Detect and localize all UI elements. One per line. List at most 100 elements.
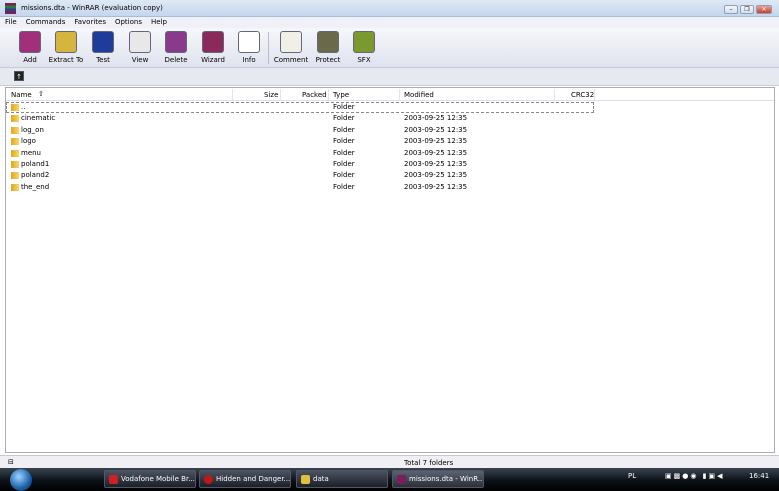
menu-favorites[interactable]: Favorites	[69, 17, 110, 28]
toolbar-wizard-button[interactable]: Wizard	[195, 31, 231, 64]
toolbar-add-button[interactable]: Add	[12, 31, 48, 64]
row-type: Folder	[333, 160, 355, 168]
toolbar-label: Add	[23, 56, 37, 64]
row-modified: 2003-09-25 12:35	[404, 160, 468, 168]
menu-file[interactable]: File	[0, 17, 21, 28]
column-header: Name ⇧ Size Packed Type Modified CRC32	[6, 88, 774, 101]
toolbar-test-button[interactable]: Test	[85, 31, 121, 64]
menu-help[interactable]: Help	[146, 17, 171, 28]
folder-icon	[301, 475, 310, 484]
toolbar-view-button[interactable]: View	[122, 31, 158, 64]
start-button[interactable]	[10, 469, 32, 491]
row-modified: 2003-09-25 12:35	[404, 148, 468, 157]
task-winrar[interactable]: missions.dta - WinR...	[392, 470, 484, 488]
column-size[interactable]: Size	[264, 91, 278, 99]
column-packed[interactable]: Packed	[302, 91, 327, 99]
info-icon	[238, 31, 260, 53]
folder-icon	[11, 115, 19, 123]
folder-icon	[11, 183, 19, 191]
row-type: Folder	[333, 137, 355, 146]
delete-icon	[165, 31, 187, 53]
column-modified[interactable]: Modified	[404, 91, 434, 99]
toolbar-label: SFX	[357, 56, 371, 64]
row-name: poland2	[21, 171, 50, 180]
file-list: Name ⇧ Size Packed Type Modified CRC32 .…	[5, 87, 775, 453]
row-modified: 2003-09-25 12:35	[404, 171, 468, 180]
folder-icon	[11, 172, 19, 180]
task-hidden[interactable]: Hidden and Danger...	[199, 470, 291, 488]
folder-icon	[11, 138, 19, 146]
toolbar-delete-button[interactable]: Delete	[158, 31, 194, 64]
row-modified: 2003-09-25 12:35	[404, 182, 468, 191]
table-row[interactable]: .. Folder	[6, 102, 594, 113]
toolbar-label: Comment	[273, 56, 309, 64]
toolbar-label: Protect	[315, 56, 341, 64]
language-indicator[interactable]: PL	[628, 472, 636, 480]
status-text: Total 7 folders	[404, 459, 454, 467]
folder-icon	[11, 161, 19, 168]
row-name: log_on	[21, 125, 44, 134]
sfx-icon	[353, 31, 375, 53]
folder-icon	[11, 104, 19, 111]
address-bar: ↑	[0, 68, 779, 86]
up-folder-button[interactable]: ↑	[14, 71, 24, 81]
toolbar-label: Delete	[164, 56, 188, 64]
status-bar: ⊟ Total 7 folders	[0, 455, 779, 468]
opera-icon	[204, 475, 213, 484]
close-button[interactable]: ✕	[756, 5, 772, 14]
toolbar-label: Wizard	[201, 56, 225, 64]
opera-icon	[109, 475, 118, 484]
toolbar-info-button[interactable]: Info	[231, 31, 267, 64]
row-name: the_end	[21, 182, 50, 191]
drive-icon: ⊟	[8, 458, 14, 466]
toolbar-label: Extract To	[48, 56, 84, 64]
table-row[interactable]: poland1 Folder 2003-09-25 12:35	[6, 159, 774, 170]
toolbar-separator	[268, 32, 269, 64]
table-row[interactable]: menu Folder 2003-09-25 12:35	[6, 148, 774, 159]
row-name: ..	[21, 103, 26, 111]
toolbar-sfx-button[interactable]: SFX	[346, 31, 382, 64]
row-type: Folder	[333, 114, 355, 123]
toolbar: Add Extract To Test View Delete Wizard Info Com…	[0, 28, 779, 68]
tray-icons[interactable]: ▣▩●◉ ▮▣◀	[665, 472, 725, 480]
task-vodafone[interactable]: Vodafone Mobile Br...	[104, 470, 196, 488]
add-archive-icon	[19, 31, 41, 53]
table-row[interactable]: logo Folder 2003-09-25 12:35	[6, 136, 774, 147]
row-name: cinematic	[21, 114, 56, 123]
folder-icon	[11, 126, 19, 134]
column-type[interactable]: Type	[333, 91, 349, 99]
taskbar: Vodafone Mobile Br... Hidden and Danger.…	[0, 468, 779, 491]
table-row[interactable]: log_on Folder 2003-09-25 12:35	[6, 125, 774, 136]
table-row[interactable]: cinematic Folder 2003-09-25 12:35	[6, 113, 774, 124]
window-title: missions.dta - WinRAR (evaluation copy)	[21, 4, 163, 12]
winrar-icon	[397, 475, 406, 484]
clock[interactable]: 16:41	[749, 472, 769, 480]
task-data[interactable]: data	[296, 470, 388, 488]
test-icon	[92, 31, 114, 53]
protect-icon	[317, 31, 339, 53]
row-name: logo	[21, 137, 36, 146]
menu-bar: File Commands Favorites Options Help	[0, 17, 779, 28]
winrar-icon	[5, 3, 16, 14]
comment-icon	[280, 31, 302, 53]
column-name[interactable]: Name	[11, 91, 32, 99]
column-crc32[interactable]: CRC32	[571, 91, 594, 99]
table-row[interactable]: poland2 Folder 2003-09-25 12:35	[6, 170, 774, 181]
row-type: Folder	[333, 125, 355, 134]
toolbar-protect-button[interactable]: Protect	[310, 31, 346, 64]
toolbar-extract-to-button[interactable]: Extract To	[48, 31, 84, 64]
table-row[interactable]: the_end Folder 2003-09-25 12:35	[6, 182, 774, 193]
view-icon	[129, 31, 151, 53]
row-type: Folder	[333, 182, 355, 191]
toolbar-comment-button[interactable]: Comment	[273, 31, 309, 64]
row-type: Folder	[333, 171, 355, 180]
minimize-button[interactable]: –	[724, 5, 738, 14]
menu-commands[interactable]: Commands	[21, 17, 70, 28]
menu-options[interactable]: Options	[110, 17, 146, 28]
toolbar-label: Test	[96, 56, 110, 64]
restore-button[interactable]: ❐	[740, 5, 754, 14]
row-name: menu	[21, 148, 41, 157]
row-modified: 2003-09-25 12:35	[404, 137, 468, 146]
wizard-icon	[202, 31, 224, 53]
row-type: Folder	[333, 148, 355, 157]
